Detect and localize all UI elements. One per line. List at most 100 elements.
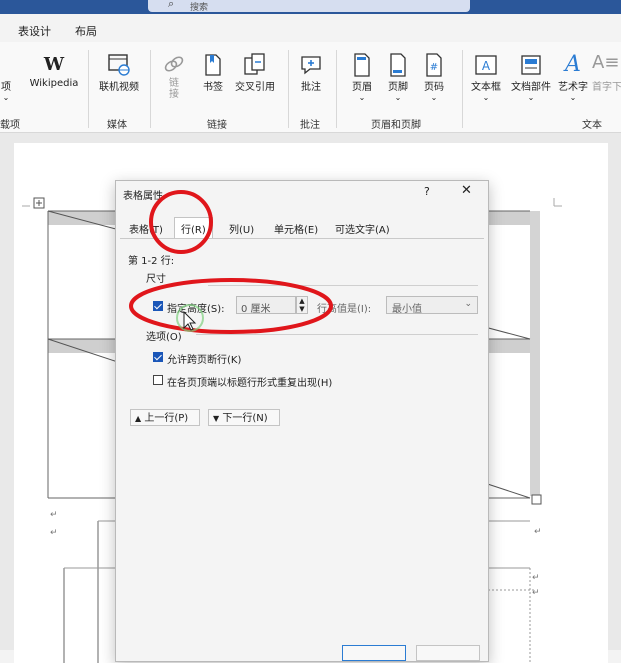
svg-text:↵: ↵ bbox=[532, 588, 540, 598]
ribbon-btn-drop-cap[interactable]: A≡ 首字下 bbox=[592, 52, 621, 93]
tab-column[interactable]: 列(U) bbox=[229, 221, 254, 236]
ribbon-btn-label: 艺术字 bbox=[558, 82, 588, 93]
svg-text:↵: ↵ bbox=[50, 510, 58, 520]
group-separator bbox=[150, 50, 151, 128]
tab-table[interactable]: 表格(T) bbox=[129, 221, 163, 236]
search-icon: ⌕ bbox=[168, 0, 175, 10]
tab-layout[interactable]: 布局 bbox=[75, 23, 97, 39]
cancel-button[interactable] bbox=[416, 645, 480, 661]
svg-text:↵: ↵ bbox=[50, 528, 58, 538]
tab-table-design[interactable]: 表设计 bbox=[18, 23, 51, 39]
size-divider bbox=[208, 285, 478, 286]
arrow-down-icon: ▼ bbox=[213, 414, 220, 423]
search-box[interactable]: ⌕ 搜索 bbox=[148, 0, 470, 13]
options-section-label: 选项(O) bbox=[146, 332, 182, 343]
ribbon-btn-label: 链接 bbox=[169, 78, 179, 100]
ok-button[interactable] bbox=[342, 645, 406, 661]
group-label-header-footer: 页眉和页脚 bbox=[371, 120, 421, 131]
help-button[interactable]: ? bbox=[424, 185, 430, 198]
height-input[interactable]: 0 厘米 bbox=[236, 296, 296, 315]
repeat-header-checkbox[interactable] bbox=[153, 375, 163, 385]
row-height-is-label: 行高值是(I): bbox=[317, 304, 372, 315]
ribbon-btn-label: 书签 bbox=[203, 82, 223, 93]
next-row-label: 下一行(N) bbox=[222, 413, 268, 424]
ribbon-btn-footer[interactable]: 页脚 ⌄ bbox=[380, 52, 416, 102]
next-row-button[interactable]: ▼ 下一行(N) bbox=[208, 409, 280, 426]
ribbon-btn-wordart[interactable]: A 艺术字 ⌄ bbox=[555, 52, 591, 102]
table-properties-dialog: 表格属性 ? ✕ 表格(T) 行(R) 列(U) 单元格(E) 可选文字(A) … bbox=[115, 180, 489, 662]
allow-break-checkbox[interactable] bbox=[153, 352, 163, 362]
ribbon-btn-comment[interactable]: 批注 bbox=[294, 52, 328, 93]
ribbon-btn-quick-parts[interactable]: 文档部件 ⌄ bbox=[508, 52, 554, 102]
size-section-label: 尺寸 bbox=[146, 274, 166, 285]
header-icon bbox=[354, 53, 370, 77]
ribbon-btn-label: 项 bbox=[1, 82, 11, 93]
ribbon-btn-label: 首字下 bbox=[592, 82, 621, 93]
group-label-media: 媒体 bbox=[107, 120, 127, 131]
allow-break-label: 允许跨页断行(K) bbox=[167, 355, 242, 366]
ribbon-btn-partial[interactable]: 项 ⌄ bbox=[0, 56, 12, 102]
text-box-icon: A bbox=[475, 55, 497, 75]
row-height-select-value: 最小值 bbox=[392, 304, 422, 315]
height-spinner[interactable]: ▲ ▼ bbox=[296, 296, 308, 314]
svg-text:↵: ↵ bbox=[534, 527, 542, 537]
previous-row-label: 上一行(P) bbox=[144, 413, 189, 424]
ribbon-btn-wikipedia[interactable]: W Wikipedia bbox=[26, 54, 82, 89]
svg-text:A: A bbox=[482, 59, 491, 73]
ribbon-btn-label: 联机视频 bbox=[99, 82, 139, 93]
svg-text:#: # bbox=[430, 62, 438, 73]
cross-reference-icon bbox=[244, 53, 265, 75]
row-height-select[interactable]: 最小值 ⌄ bbox=[386, 296, 478, 315]
ribbon-btn-label: Wikipedia bbox=[29, 78, 79, 89]
ribbon-btn-link[interactable]: 链接 bbox=[158, 52, 190, 100]
tab-cell[interactable]: 单元格(E) bbox=[274, 221, 318, 236]
search-placeholder: 搜索 bbox=[190, 3, 209, 13]
wikipedia-icon: W bbox=[43, 54, 65, 75]
comment-icon bbox=[301, 56, 321, 75]
row-range-label: 第 1-2 行: bbox=[128, 256, 175, 267]
group-label-addins: 载项 bbox=[0, 120, 20, 131]
ribbon-btn-page-number[interactable]: # 页码 ⌄ bbox=[416, 52, 452, 102]
bookmark-icon bbox=[205, 54, 221, 76]
group-separator bbox=[88, 50, 89, 128]
ribbon-btn-header[interactable]: 页眉 ⌄ bbox=[344, 52, 380, 102]
tab-row[interactable]: 行(R) bbox=[174, 217, 213, 239]
spin-down-icon[interactable]: ▼ bbox=[297, 305, 307, 313]
drop-cap-icon: A≡ bbox=[592, 52, 620, 73]
arrow-up-icon: ▲ bbox=[135, 414, 142, 423]
tab-alt-text[interactable]: 可选文字(A) bbox=[335, 221, 390, 236]
options-divider bbox=[196, 334, 478, 335]
ribbon-btn-label: 文本框 bbox=[471, 82, 501, 93]
online-video-icon bbox=[108, 54, 130, 76]
ribbon-btn-bookmark[interactable]: 书签 bbox=[196, 52, 230, 93]
ribbon-btn-text-box[interactable]: A 文本框 ⌄ bbox=[466, 52, 506, 102]
page-number-icon: # bbox=[426, 53, 442, 77]
ribbon-btn-online-video[interactable]: 联机视频 bbox=[94, 52, 144, 93]
specify-height-checkbox[interactable] bbox=[153, 301, 163, 311]
ribbon-btn-label: 页眉 bbox=[352, 82, 372, 93]
ribbon-btn-label: 批注 bbox=[301, 82, 321, 93]
footer-icon bbox=[390, 53, 406, 77]
group-label-comments: 批注 bbox=[300, 120, 320, 131]
row-tab-panel: 第 1-2 行: 尺寸 指定高度(S): 0 厘米 ▲ ▼ 行高值是(I): 最… bbox=[120, 238, 484, 639]
quick-parts-icon bbox=[521, 55, 541, 75]
ribbon-btn-label: 文档部件 bbox=[511, 82, 551, 93]
previous-row-button[interactable]: ▲ 上一行(P) bbox=[130, 409, 200, 426]
wordart-icon: A bbox=[565, 52, 581, 77]
dialog-title: 表格属性 bbox=[123, 191, 163, 202]
ribbon-tab-bar: 表设计 布局 bbox=[0, 14, 621, 42]
spin-up-icon[interactable]: ▲ bbox=[297, 297, 307, 305]
group-separator bbox=[336, 50, 337, 128]
group-label-text: 文本 bbox=[582, 120, 602, 131]
specify-height-label: 指定高度(S): bbox=[167, 304, 225, 315]
link-icon bbox=[164, 56, 184, 72]
repeat-header-label: 在各页顶端以标题行形式重复出现(H) bbox=[167, 378, 333, 389]
group-separator bbox=[288, 50, 289, 128]
height-value: 0 厘米 bbox=[241, 304, 271, 315]
ribbon-btn-cross-reference[interactable]: 交叉引用 bbox=[230, 52, 280, 93]
close-button[interactable]: ✕ bbox=[461, 183, 472, 198]
ribbon: 项 ⌄ W Wikipedia 联机视频 链接 书签 交叉引用 批注 页眉 ⌄ … bbox=[0, 42, 621, 133]
ribbon-btn-label: 交叉引用 bbox=[235, 82, 275, 93]
svg-text:↵: ↵ bbox=[532, 573, 540, 583]
ribbon-btn-label: 页码 bbox=[424, 82, 444, 93]
